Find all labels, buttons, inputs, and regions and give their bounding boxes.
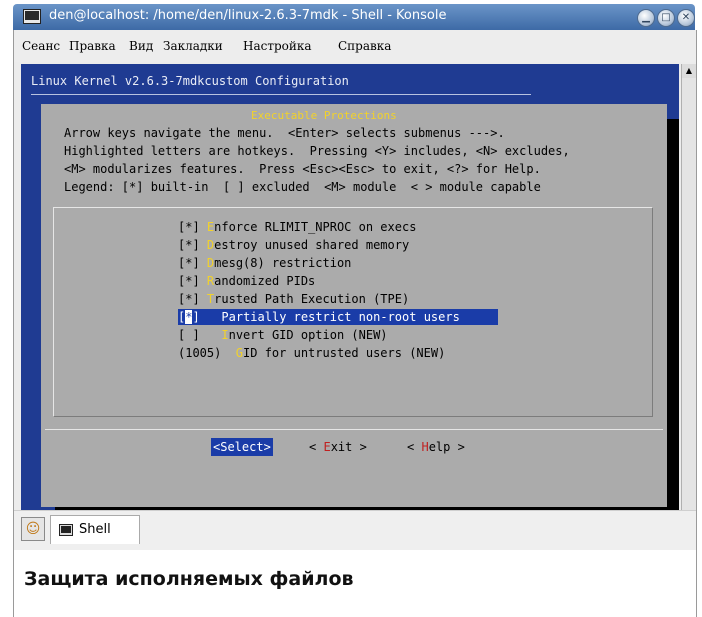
option-partially-restrict-selected[interactable]: [*] Partially restrict non-root users [178,309,498,325]
window-title: den@localhost: /home/den/linux-2.6.3-7md… [49,8,447,23]
konsole-app-icon[interactable] [23,9,41,24]
new-session-icon[interactable]: ☺ [21,517,45,541]
maximize-button[interactable]: □ [657,9,675,27]
terminal-icon [59,524,73,536]
vertical-scrollbar[interactable]: ▲ ▼ [681,64,696,536]
option-gid-untrusted-users[interactable]: (1005) GID for untrusted users (NEW) [178,345,445,361]
konsole-window: Сеанс Правка Вид Закладки Настройка Спра… [13,30,697,551]
option-destroy-shared-memory[interactable]: [*] Destroy unused shared memory [178,237,409,253]
help-line: <M> modularizes features. Press <Esc><Es… [64,162,541,176]
menu-edit[interactable]: Правка [69,39,116,53]
menu-bar: Сеанс Правка Вид Закладки Настройка Спра… [14,30,696,62]
minimize-button[interactable]: ▁ [637,9,655,27]
option-trusted-path-execution[interactable]: [*] Trusted Path Execution (TPE) [178,291,409,307]
session-tabbar: ☺ Shell [14,510,696,551]
menuconfig-header: Linux Kernel v2.6.3-7mdkcustom Configura… [31,74,349,88]
help-line: Highlighted letters are hotkeys. Pressin… [64,144,570,158]
option-randomized-pids[interactable]: [*] Randomized PIDs [178,273,315,289]
option-invert-gid[interactable]: [ ] Invert GID option (NEW) [178,327,388,343]
figure-caption: Защита исполняемых файлов [13,550,697,617]
options-list: [*] Enforce RLIMIT_NPROC on execs [*] De… [53,207,653,417]
option-dmesg-restriction[interactable]: [*] Dmesg(8) restriction [178,255,351,271]
window-titlebar[interactable]: den@localhost: /home/den/linux-2.6.3-7md… [13,4,695,30]
tab-shell[interactable]: Shell [50,515,140,544]
help-line: Legend: [*] built-in [ ] excluded <M> mo… [64,180,541,194]
menu-view[interactable]: Вид [129,39,153,53]
menuconfig-dialog: Executable Protections Arrow keys naviga… [41,104,667,507]
help-line: Arrow keys navigate the menu. <Enter> se… [64,126,505,140]
menu-bookmarks[interactable]: Закладки [163,39,223,53]
header-divider [31,94,531,95]
terminal-area[interactable]: Linux Kernel v2.6.3-7mdkcustom Configura… [21,64,679,536]
menu-session[interactable]: Сеанс [22,39,60,53]
menu-settings[interactable]: Настройка [243,39,312,53]
dialog-title: Executable Protections [251,109,397,122]
exit-button[interactable]: < Exit > [309,438,367,456]
menu-help[interactable]: Справка [338,39,391,53]
tab-shell-label: Shell [79,522,111,537]
scroll-up-arrow-icon[interactable]: ▲ [682,64,696,78]
close-button[interactable]: ✕ [677,9,695,27]
caption-text: Защита исполняемых файлов [24,568,354,590]
help-button[interactable]: < Help > [407,438,465,456]
option-enforce-rlimit-nproc[interactable]: [*] Enforce RLIMIT_NPROC on execs [178,219,416,235]
button-separator [45,429,663,430]
select-button[interactable]: <Select> [211,438,273,456]
